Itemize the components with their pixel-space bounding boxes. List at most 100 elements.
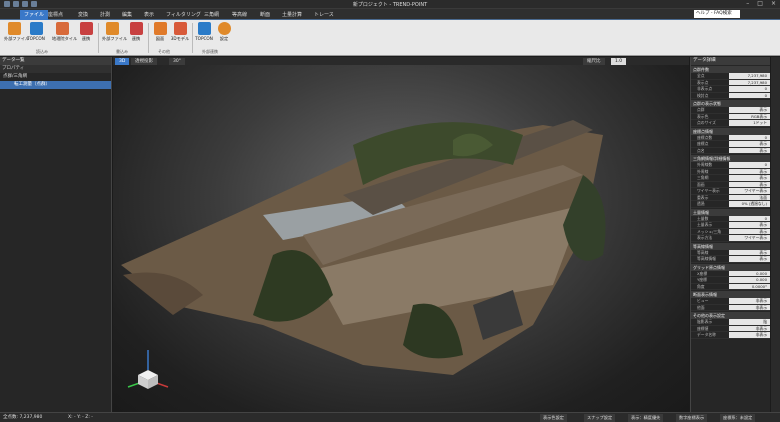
detail-section-header[interactable]: 点群の表示状態 — [691, 100, 770, 107]
detail-value[interactable]: ワイヤー表示 — [729, 235, 770, 241]
detail-value[interactable]: 表示 — [729, 175, 770, 181]
tab-contour[interactable]: 等高線 — [228, 10, 251, 20]
tab-edit[interactable]: 編集 — [118, 10, 136, 20]
detail-value[interactable]: 非表示 — [729, 325, 770, 331]
3d-viewport[interactable]: 3D 透視投影 30° 縮尺比 1.0 — [113, 57, 689, 412]
color-setting-button[interactable]: 表示色設定 — [540, 414, 567, 422]
detail-value[interactable]: 0.0000° — [729, 283, 770, 289]
detail-value[interactable]: 表示 — [729, 222, 770, 228]
detail-key: 座標値 — [697, 325, 709, 331]
tree-item-survey[interactable]: 転工測量（点群） — [0, 81, 111, 89]
detail-value[interactable]: 表示 — [729, 168, 770, 174]
import-topcon-button[interactable]: TOPCON — [26, 22, 46, 46]
menu-bar: ファイル 座標点 変換 計測 編集 表示 フィルタリング 三角網 等高線 断面 … — [0, 9, 780, 20]
tree-item-pointcloud[interactable]: 点群/三角網 — [0, 73, 111, 81]
tab-trace[interactable]: トレース — [310, 10, 338, 20]
import-external-file-button[interactable]: 外部ファイル — [4, 22, 29, 46]
detail-section-header[interactable]: 等高線情報 — [691, 242, 770, 250]
axis-gizmo — [127, 350, 169, 389]
detail-key: 点のサイズ — [697, 120, 716, 125]
scale-input[interactable]: 1.0 — [611, 58, 627, 65]
detail-value[interactable]: 0% (透過なし) — [729, 201, 770, 207]
coordinate-system-button[interactable]: 座標系：未設定 — [720, 414, 756, 422]
maximize-icon: □ — [757, 0, 763, 7]
3d-icon — [173, 22, 187, 35]
detail-value[interactable]: 表示 — [729, 107, 770, 113]
side-tab-strip[interactable] — [771, 57, 780, 412]
tab-triangle[interactable]: 三角網 — [200, 10, 223, 20]
detail-value[interactable]: 非表示 — [729, 298, 770, 304]
detail-row: 点のサイズ 1ドット — [691, 120, 770, 127]
tab-view[interactable]: 表示 — [140, 10, 158, 20]
import-link-button[interactable]: 連携 — [76, 22, 96, 46]
data-detail-panel: データ詳細 点群件数 全点 7,237,980 表示点 7,237,980 非表示点 0 検討… — [690, 57, 770, 412]
detail-value[interactable]: 表示 — [729, 141, 770, 147]
detail-value[interactable]: 法面 — [729, 194, 770, 200]
detail-key: 座標点数 — [697, 134, 713, 140]
detail-value[interactable]: 7,237,980 — [729, 73, 770, 79]
detail-key: 三角網 — [697, 175, 709, 180]
detail-value[interactable]: 1ドット — [729, 120, 770, 126]
detail-value[interactable]: 0 — [729, 162, 770, 168]
detail-key: 等高線情報 — [697, 256, 716, 261]
geo-tile-button[interactable]: 地理院タイル — [52, 22, 77, 46]
settings-button[interactable]: 設定 — [214, 22, 234, 46]
panel-toolbar[interactable]: プロパティ — [0, 65, 111, 73]
detail-value[interactable]: 表示 — [729, 256, 770, 262]
tab-perspective[interactable]: 透視投影 — [131, 58, 157, 65]
detail-row: 他面 非表示 — [691, 304, 770, 311]
detail-value[interactable]: 表示 — [729, 181, 770, 187]
detail-value[interactable]: 0.000 — [729, 270, 770, 276]
display-precision-button[interactable]: 表示：精度優先 — [628, 414, 664, 422]
detail-section-header[interactable]: 断面表示情報 — [691, 291, 770, 298]
detail-value[interactable]: 0 — [729, 215, 770, 221]
window-controls[interactable]: – □ × — [746, 0, 776, 7]
panel-title: データ一覧 — [0, 57, 111, 65]
detail-value[interactable]: 非表示 — [729, 304, 770, 310]
tab-coordinate[interactable]: 座標点 — [44, 10, 67, 20]
detail-section-header[interactable]: 座標点情報 — [691, 127, 770, 135]
detail-value[interactable]: 表示 — [729, 147, 770, 153]
tab-measure[interactable]: 計測 — [96, 10, 114, 20]
detail-key: 面画 — [697, 181, 705, 187]
detail-value[interactable]: RGB表示 — [729, 113, 770, 119]
detail-section-header[interactable]: その他の表示設定 — [691, 312, 770, 319]
detail-value[interactable]: 表示 — [729, 249, 770, 255]
tab-angle[interactable]: 30° — [169, 58, 185, 65]
folder-icon — [7, 22, 21, 35]
detail-key: 全点 — [697, 73, 705, 78]
drawing-button[interactable]: 図面 — [150, 22, 170, 46]
coordinate-readout: X: - Y: - Z: - — [68, 415, 93, 420]
export-link-button[interactable]: 連携 — [126, 22, 146, 46]
detail-value[interactable]: ワイヤー表示 — [729, 188, 770, 194]
detail-key: メッシュ/三角 — [697, 228, 722, 234]
detail-section-header[interactable]: 三角網情報/詳細情報 — [691, 155, 770, 162]
detail-value[interactable]: 非表示 — [729, 332, 770, 338]
topcon-link-button[interactable]: TOPCON — [194, 22, 214, 46]
tab-3d[interactable]: 3D — [115, 58, 130, 65]
tab-convert[interactable]: 変換 — [74, 10, 92, 20]
help-search-input[interactable]: ヘルプ - FAQ検索 — [694, 10, 740, 18]
detail-value[interactable]: 7,237,980 — [729, 79, 770, 85]
detail-key: 外周線数 — [697, 162, 713, 167]
tab-filtering[interactable]: フィルタリング — [162, 10, 205, 20]
detail-value[interactable]: 0 — [729, 92, 770, 98]
detail-value[interactable]: 0 — [729, 86, 770, 92]
export-external-file-button[interactable]: 外部ファイル — [102, 22, 127, 46]
detail-section-header[interactable]: 土量情報 — [691, 208, 770, 216]
detail-value[interactable]: 0 — [729, 134, 770, 140]
numeric-coord-button[interactable]: 数字座標表示 — [676, 414, 708, 422]
detail-value[interactable]: 0.000 — [729, 277, 770, 283]
snap-setting-button[interactable]: スナップ設定 — [584, 414, 616, 422]
detail-key: 角度 — [697, 283, 705, 289]
tab-volume[interactable]: 土量計算 — [278, 10, 306, 20]
topcon-icon — [29, 22, 43, 35]
detail-section-header[interactable]: 点群件数 — [691, 66, 770, 73]
minimize-icon: – — [746, 0, 750, 7]
detail-value[interactable]: 陰 — [729, 319, 770, 325]
tab-section[interactable]: 断面 — [256, 10, 274, 20]
3d-model-button[interactable]: 3Dモデル — [170, 22, 190, 46]
point-cloud-render — [121, 120, 606, 389]
detail-value[interactable]: 表示 — [729, 228, 770, 234]
detail-section-header[interactable]: グリッド原点情報 — [691, 263, 770, 271]
